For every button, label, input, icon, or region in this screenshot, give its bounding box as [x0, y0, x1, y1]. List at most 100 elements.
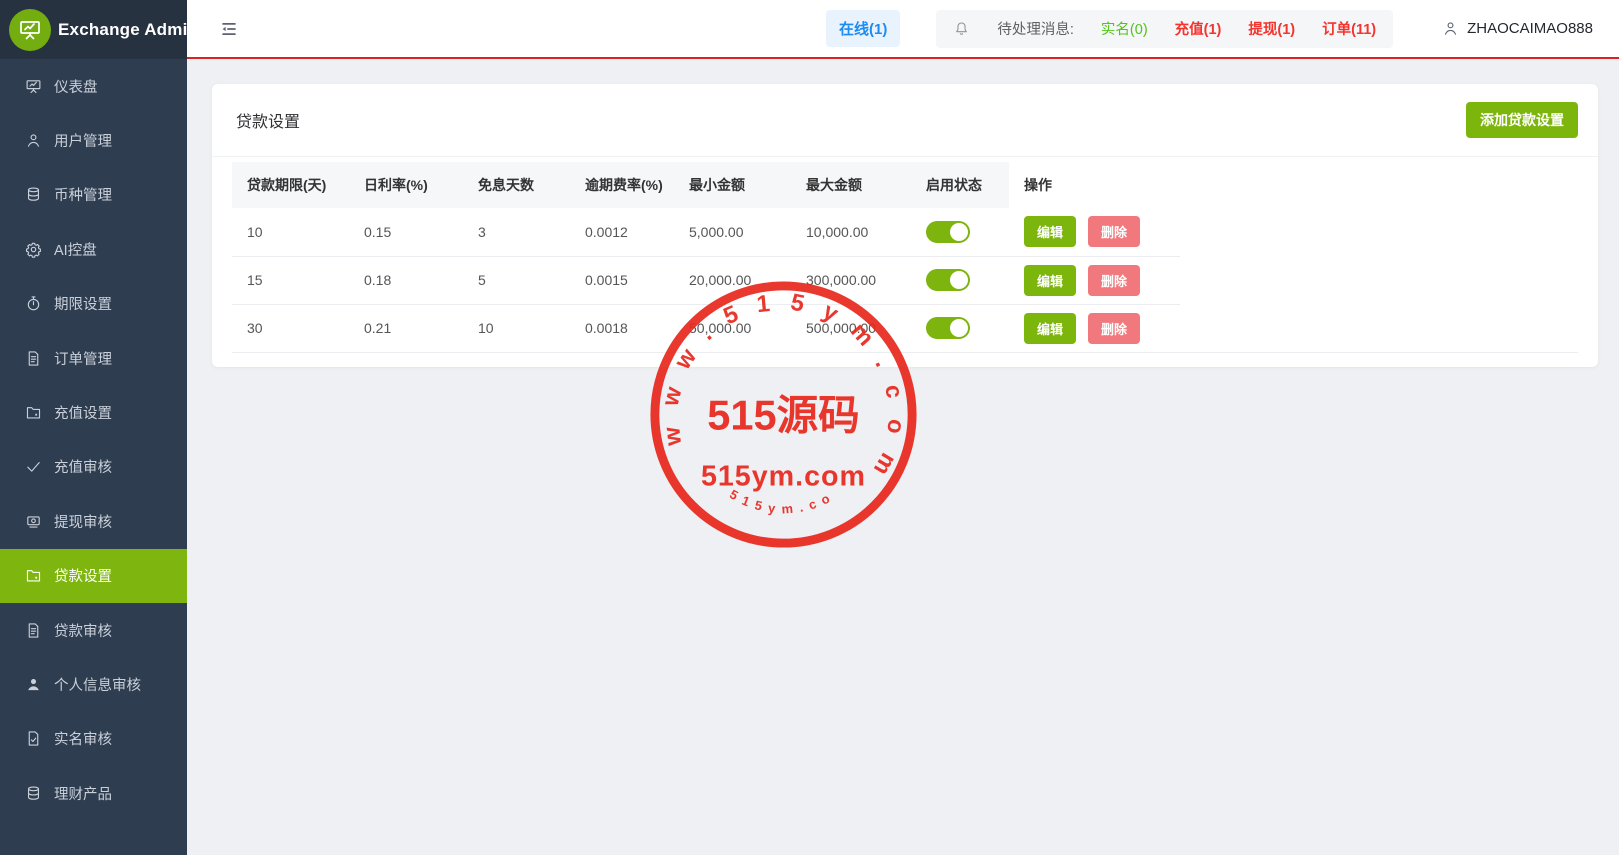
sidebar-item-label: 提现审核 [54, 511, 112, 532]
sidebar-item-loan-settings[interactable]: 贷款设置 [0, 549, 187, 603]
stamp-domain-text: 515ym.com [701, 461, 866, 493]
dashboard-icon [25, 78, 42, 95]
pending-items: 实名(0) 充值(1) 提现(1) 订单(11) [1101, 18, 1376, 39]
sidebar-item-wealth-products[interactable]: 理财产品 [0, 766, 187, 820]
sidebar-item-label: 仪表盘 [54, 76, 98, 97]
sidebar-item-label: 贷款审核 [54, 620, 112, 641]
table-wrap: 贷款期限(天)日利率(%)免息天数逾期费率(%)最小金额最大金额启用状态操作 1… [232, 162, 1578, 353]
cell-min-amount: 20,000.00 [674, 256, 791, 304]
sidebar-item-currency-management[interactable]: 币种管理 [0, 168, 187, 222]
sidebar: Exchange Admin 仪表盘 用户管理 币种管理 AI控盘 期限设置 订… [0, 0, 187, 855]
sidebar-item-label: 充值设置 [54, 402, 112, 423]
cell-interest-free-days: 10 [463, 304, 570, 352]
column-header: 贷款期限(天) [232, 162, 349, 208]
card-body: 贷款期限(天)日利率(%)免息天数逾期费率(%)最小金额最大金额启用状态操作 1… [212, 157, 1598, 367]
topbar: 在线(1) 待处理消息: 实名(0) 充值(1) 提现(1) 订单(11) ZHAOC… [187, 0, 1619, 59]
timer-icon [25, 295, 42, 312]
loan-table: 贷款期限(天)日利率(%)免息天数逾期费率(%)最小金额最大金额启用状态操作 1… [232, 162, 1180, 352]
cell-interest-free-days: 3 [463, 208, 570, 256]
loan-table-body: 10 0.15 3 0.0012 5,000.00 10,000.00 编辑删除… [232, 208, 1180, 352]
sidebar-item-label: AI控盘 [54, 239, 97, 260]
sidebar-item-recharge-settings[interactable]: 充值设置 [0, 385, 187, 439]
pending-badge-recharge[interactable]: 充值(1) [1175, 18, 1222, 39]
cell-daily-rate: 0.18 [349, 256, 463, 304]
sidebar-item-label: 币种管理 [54, 184, 112, 205]
file-icon [25, 350, 42, 367]
cell-term-days: 30 [232, 304, 349, 352]
sidebar-item-user-management[interactable]: 用户管理 [0, 113, 187, 167]
loan-settings-card: 贷款设置 添加贷款设置 贷款期限(天)日利率(%)免息天数逾期费率(%)最小金额… [212, 84, 1598, 367]
cell-daily-rate: 0.21 [349, 304, 463, 352]
username: ZHAOCAIMAO888 [1467, 20, 1593, 37]
person-fill-icon [25, 676, 42, 693]
stamp-center-text: 515源码 [707, 391, 859, 438]
cell-overdue-rate: 0.0018 [570, 304, 674, 352]
sidebar-item-dashboard[interactable]: 仪表盘 [0, 59, 187, 113]
table-row: 10 0.15 3 0.0012 5,000.00 10,000.00 编辑删除 [232, 208, 1180, 256]
sidebar-item-loan-review[interactable]: 贷款审核 [0, 603, 187, 657]
sidebar-item-label: 理财产品 [54, 783, 112, 804]
column-header: 最小金额 [674, 162, 791, 208]
sidebar-menu: 仪表盘 用户管理 币种管理 AI控盘 期限设置 订单管理 充值设置 充值审核 [0, 59, 187, 820]
cell-max-amount: 300,000.00 [791, 256, 911, 304]
add-loan-setting-button[interactable]: 添加贷款设置 [1466, 102, 1578, 138]
column-header: 免息天数 [463, 162, 570, 208]
sidebar-item-withdraw-review[interactable]: 提现审核 [0, 494, 187, 548]
column-header: 日利率(%) [349, 162, 463, 208]
sidebar-item-recharge-review[interactable]: 充值审核 [0, 440, 187, 494]
toggle-knob [950, 319, 968, 337]
delete-button[interactable]: 删除 [1088, 313, 1140, 344]
sidebar-item-realname-review[interactable]: 实名审核 [0, 712, 187, 766]
file-check-icon [25, 730, 42, 747]
cell-max-amount: 500,000.00 [791, 304, 911, 352]
check-icon [25, 458, 42, 475]
user-icon [25, 132, 42, 149]
user-icon [1442, 20, 1459, 37]
loan-table-head-row: 贷款期限(天)日利率(%)免息天数逾期费率(%)最小金额最大金额启用状态操作 [232, 162, 1180, 208]
cell-daily-rate: 0.15 [349, 208, 463, 256]
pending-badge-order[interactable]: 订单(11) [1322, 18, 1376, 39]
sidebar-item-label: 用户管理 [54, 130, 112, 151]
online-badge[interactable]: 在线(1) [826, 10, 900, 47]
column-header: 最大金额 [791, 162, 911, 208]
toggle-knob [950, 271, 968, 289]
card-header: 贷款设置 添加贷款设置 [212, 84, 1598, 157]
pending-badge-withdraw[interactable]: 提现(1) [1248, 18, 1295, 39]
logo-band: Exchange Admin [0, 0, 187, 59]
app-title: Exchange Admin [58, 20, 198, 40]
edit-button[interactable]: 编辑 [1024, 265, 1076, 296]
edit-button[interactable]: 编辑 [1024, 216, 1076, 247]
edit-button[interactable]: 编辑 [1024, 313, 1076, 344]
cell-overdue-rate: 0.0015 [570, 256, 674, 304]
gear-icon [25, 241, 42, 258]
sidebar-item-label: 贷款设置 [54, 565, 112, 586]
sidebar-item-label: 期限设置 [54, 293, 112, 314]
terminal-icon [25, 513, 42, 530]
folder-icon [25, 404, 42, 421]
enable-toggle[interactable] [926, 221, 970, 243]
sidebar-item-label: 充值审核 [54, 456, 112, 477]
cell-overdue-rate: 0.0012 [570, 208, 674, 256]
sidebar-item-term-settings[interactable]: 期限设置 [0, 277, 187, 331]
app-logo-icon [9, 9, 51, 51]
pending-messages-bar: 待处理消息: 实名(0) 充值(1) 提现(1) 订单(11) [936, 10, 1393, 48]
pending-badge-realname[interactable]: 实名(0) [1101, 18, 1148, 39]
cell-min-amount: 5,000.00 [674, 208, 791, 256]
sidebar-item-ai-control[interactable]: AI控盘 [0, 222, 187, 276]
sidebar-item-label: 个人信息审核 [54, 674, 141, 695]
enable-toggle[interactable] [926, 317, 970, 339]
pending-label: 待处理消息: [997, 18, 1074, 39]
page-title: 贷款设置 [236, 108, 300, 132]
sidebar-item-profile-review[interactable]: 个人信息审核 [0, 657, 187, 711]
sidebar-item-order-management[interactable]: 订单管理 [0, 331, 187, 385]
table-row: 15 0.18 5 0.0015 20,000.00 300,000.00 编辑… [232, 256, 1180, 304]
cell-min-amount: 50,000.00 [674, 304, 791, 352]
user-menu[interactable]: ZHAOCAIMAO888 [1442, 20, 1593, 37]
menu-fold-icon[interactable] [219, 20, 239, 38]
database-icon [25, 186, 42, 203]
delete-button[interactable]: 删除 [1088, 265, 1140, 296]
enable-toggle[interactable] [926, 269, 970, 291]
folder-icon [25, 567, 42, 584]
sidebar-item-label: 订单管理 [54, 348, 112, 369]
delete-button[interactable]: 删除 [1088, 216, 1140, 247]
